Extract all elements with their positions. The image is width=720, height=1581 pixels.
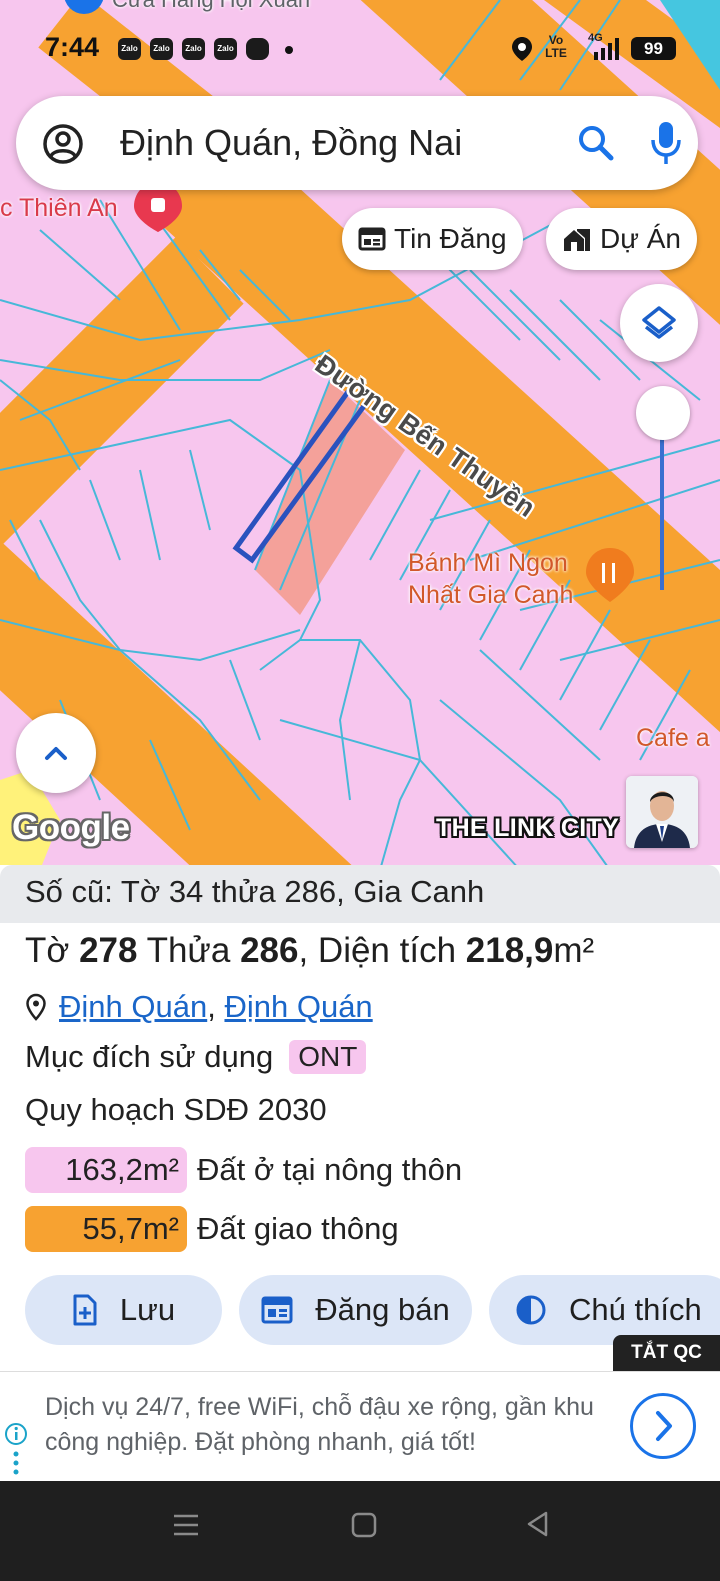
listings-chip[interactable]: Tin Đăng <box>342 208 523 270</box>
location-link-commune[interactable]: Định Quán <box>224 989 372 1024</box>
listings-chip-label: Tin Đăng <box>394 223 507 254</box>
map-view[interactable]: Cửa Hàng Hội Xuân c Thiên An Đường Bến T… <box>0 0 720 870</box>
poi-bakery-line2: Nhất Gia Canh <box>408 581 574 609</box>
account-icon[interactable] <box>42 123 84 165</box>
ad-open-button[interactable] <box>630 1393 696 1459</box>
contrast-icon <box>516 1295 546 1325</box>
home-icon[interactable] <box>350 1511 378 1539</box>
projects-chip-label: Dự Án <box>600 223 681 254</box>
status-time: 7:44 <box>45 32 100 62</box>
agent-portrait <box>626 776 698 848</box>
location-separator: , <box>207 989 216 1024</box>
land-use-area: 163,2m² <box>25 1147 187 1193</box>
ad-text[interactable]: Dịch vụ 24/7, free WiFi, chỗ đậu xe rộng… <box>45 1390 605 1460</box>
sheet-number: 278 <box>79 931 138 970</box>
parcel-title: Tờ 278 Thửa 286, Diện tích 218,9m² <box>25 931 594 971</box>
signal-strength-icon <box>594 38 619 60</box>
system-navigation-bar <box>0 1481 720 1581</box>
usage-label: Mục đích sử dụng <box>25 1039 274 1074</box>
location-link-district[interactable]: Định Quán <box>59 989 207 1024</box>
hide-ads-button[interactable]: TẮT QC <box>613 1335 720 1371</box>
recent-apps-icon[interactable] <box>172 1511 200 1539</box>
more-notifications-icon <box>285 46 293 54</box>
post-sale-button[interactable]: Đăng bán <box>239 1275 472 1345</box>
ad-banner[interactable]: Dịch vụ 24/7, free WiFi, chỗ đậu xe rộng… <box>0 1371 720 1481</box>
usage-code-badge: ONT <box>289 1040 367 1074</box>
lot-number: 286 <box>240 931 299 970</box>
old-parcel-info: Số cũ: Tờ 34 thửa 286, Gia Canh <box>0 865 720 923</box>
listings-icon <box>358 227 386 251</box>
agent-avatar[interactable] <box>626 776 698 848</box>
back-icon[interactable] <box>524 1509 552 1539</box>
google-logo: Google <box>12 808 130 847</box>
land-use-label: Đất ở tại nông thôn <box>197 1152 463 1187</box>
chevron-right-icon <box>656 1411 672 1441</box>
lot-label: Thửa <box>146 931 231 970</box>
planning-heading: Quy hoạch SDĐ 2030 <box>25 1092 327 1127</box>
poi-pharmacy-label[interactable]: c Thiên An <box>0 192 118 224</box>
layers-icon <box>642 306 676 339</box>
location-status-icon <box>512 37 532 61</box>
zalo-notification-icon: Zalo <box>182 38 205 60</box>
parcel-location: Định Quán, Định Quán <box>25 989 373 1025</box>
poi-top-label[interactable]: Cửa Hàng Hội Xuân <box>112 0 310 14</box>
land-use-area: 55,7m² <box>25 1206 187 1252</box>
poi-cafe-label[interactable]: Cafe a <box>636 722 710 754</box>
land-use-label: Đất giao thông <box>197 1211 399 1246</box>
search-input[interactable]: Định Quán, Đồng Nai <box>120 122 462 164</box>
projects-chip[interactable]: Dự Án <box>546 208 697 270</box>
action-buttons: Lưu Đăng bán Chú thích <box>25 1275 720 1345</box>
area-value: 218,9 <box>465 931 554 970</box>
sheet-label: Tờ <box>25 931 70 970</box>
listings-icon <box>261 1296 293 1324</box>
search-icon[interactable] <box>576 123 616 163</box>
zalo-notification-icon: Zalo <box>214 38 237 60</box>
mic-icon[interactable] <box>648 120 684 166</box>
battery-indicator: 99 <box>631 37 676 60</box>
save-button[interactable]: Lưu <box>25 1275 222 1345</box>
opacity-slider-thumb[interactable] <box>636 386 690 440</box>
parcel-info-panel: Số cũ: Tờ 34 thửa 286, Gia Canh Tờ 278 T… <box>0 865 720 1370</box>
status-bar: 7:44 Zalo Zalo Zalo Zalo Vo LTE 4G 99 <box>0 26 720 70</box>
layers-button[interactable] <box>620 284 698 362</box>
poi-bakery-label[interactable]: Bánh Mì Ngon Nhất Gia Canh <box>408 547 573 611</box>
app-notification-icon <box>246 38 269 60</box>
area-unit: m² <box>553 931 595 970</box>
land-use-row: 55,7m² Đất giao thông <box>25 1206 399 1252</box>
land-use-row: 163,2m² Đất ở tại nông thôn <box>25 1147 462 1193</box>
note-add-icon <box>73 1294 97 1326</box>
expand-panel-button[interactable] <box>16 713 96 793</box>
search-bar[interactable]: Định Quán, Đồng Nai <box>16 96 698 190</box>
chevron-up-icon <box>45 747 67 760</box>
location-pin-outline-icon <box>26 993 46 1021</box>
ad-info-icon[interactable] <box>4 1422 28 1478</box>
opacity-slider-track[interactable] <box>660 420 664 590</box>
home-work-icon <box>564 229 590 251</box>
zalo-notification-icon: Zalo <box>150 38 173 60</box>
legend-button-label: Chú thích <box>569 1292 702 1327</box>
volte-indicator: Vo LTE <box>545 33 567 60</box>
land-usage-row: Mục đích sử dụng ONT <box>25 1039 367 1075</box>
save-button-label: Lưu <box>119 1292 176 1327</box>
zalo-notification-icon: Zalo <box>118 38 141 60</box>
post-sale-button-label: Đăng bán <box>315 1292 450 1327</box>
watermark-text: THE LINK CITY <box>436 814 620 842</box>
area-label: , Diện tích <box>298 931 457 970</box>
poi-bakery-line1: Bánh Mì Ngon <box>408 549 568 577</box>
